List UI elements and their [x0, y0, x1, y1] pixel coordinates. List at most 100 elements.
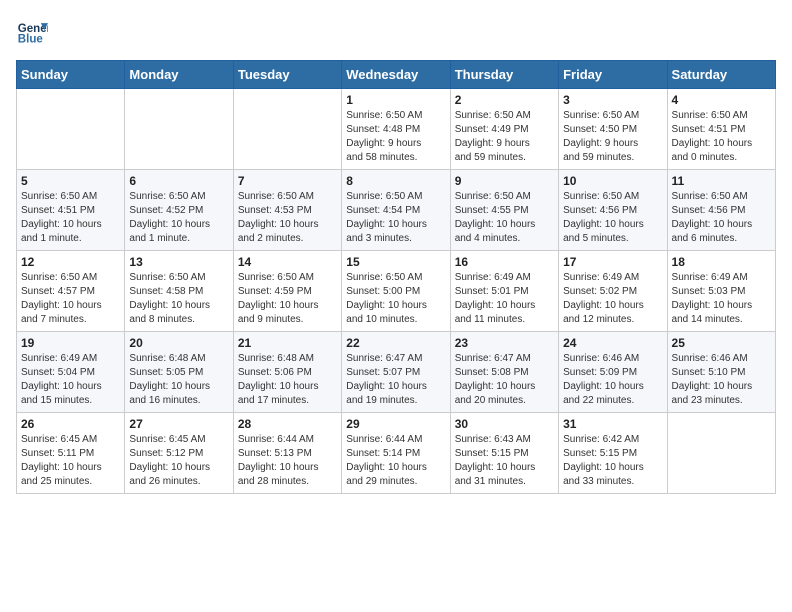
day-info: Sunrise: 6:49 AM Sunset: 5:03 PM Dayligh… — [672, 271, 771, 327]
day-info: Sunrise: 6:50 AM Sunset: 4:54 PM Dayligh… — [346, 190, 445, 246]
calendar-cell: 5Sunrise: 6:50 AM Sunset: 4:51 PM Daylig… — [17, 170, 125, 251]
calendar-cell — [667, 413, 775, 494]
day-info: Sunrise: 6:50 AM Sunset: 4:59 PM Dayligh… — [238, 271, 337, 327]
day-number: 13 — [129, 255, 228, 269]
day-of-week-header: Sunday — [17, 61, 125, 89]
day-info: Sunrise: 6:45 AM Sunset: 5:12 PM Dayligh… — [129, 433, 228, 489]
day-info: Sunrise: 6:44 AM Sunset: 5:13 PM Dayligh… — [238, 433, 337, 489]
calendar-week-row: 26 Sunrise: 6:45 AM Sunset: 5:11 PM Dayli… — [17, 413, 776, 494]
day-info: Sunrise: 6:50 AM Sunset: 4:51 PM Dayligh… — [21, 190, 120, 246]
day-number: 9 — [455, 174, 554, 188]
calendar-cell: 14 Sunrise: 6:50 AM Sunset: 4:59 PM Dayli… — [233, 251, 341, 332]
day-info: Sunrise: 6:47 AM Sunset: 5:08 PM Dayligh… — [455, 352, 554, 408]
calendar-week-row: 5Sunrise: 6:50 AM Sunset: 4:51 PM Daylig… — [17, 170, 776, 251]
calendar-cell: 19 Sunrise: 6:49 AM Sunset: 5:04 PM Dayli… — [17, 332, 125, 413]
day-number: 3 — [563, 93, 662, 107]
day-number: 20 — [129, 336, 228, 350]
day-info: Sunrise: 6:49 AM Sunset: 5:02 PM Dayligh… — [563, 271, 662, 327]
calendar-header: SundayMondayTuesdayWednesdayThursdayFrid… — [17, 61, 776, 89]
day-info: Sunrise: 6:49 AM Sunset: 5:01 PM Dayligh… — [455, 271, 554, 327]
day-number: 12 — [21, 255, 120, 269]
day-number: 23 — [455, 336, 554, 350]
calendar-cell: 30 Sunrise: 6:43 AM Sunset: 5:15 PM Dayli… — [450, 413, 558, 494]
calendar-cell: 17 Sunrise: 6:49 AM Sunset: 5:02 PM Dayli… — [559, 251, 667, 332]
logo: General Blue — [16, 16, 48, 48]
day-info: Sunrise: 6:50 AM Sunset: 4:49 PM Dayligh… — [455, 109, 554, 165]
day-info: Sunrise: 6:47 AM Sunset: 5:07 PM Dayligh… — [346, 352, 445, 408]
calendar-cell: 3 Sunrise: 6:50 AM Sunset: 4:50 PM Daylig… — [559, 89, 667, 170]
day-of-week-header: Wednesday — [342, 61, 450, 89]
calendar-cell: 23 Sunrise: 6:47 AM Sunset: 5:08 PM Dayli… — [450, 332, 558, 413]
day-of-week-header: Tuesday — [233, 61, 341, 89]
day-number: 10 — [563, 174, 662, 188]
day-number: 29 — [346, 417, 445, 431]
calendar-cell: 31Sunrise: 6:42 AM Sunset: 5:15 PM Dayli… — [559, 413, 667, 494]
calendar-week-row: 12 Sunrise: 6:50 AM Sunset: 4:57 PM Dayli… — [17, 251, 776, 332]
day-info: Sunrise: 6:43 AM Sunset: 5:15 PM Dayligh… — [455, 433, 554, 489]
day-info: Sunrise: 6:50 AM Sunset: 4:57 PM Dayligh… — [21, 271, 120, 327]
svg-text:Blue: Blue — [18, 34, 44, 46]
day-info: Sunrise: 6:50 AM Sunset: 4:48 PM Dayligh… — [346, 109, 445, 165]
calendar-cell: 1Sunrise: 6:50 AM Sunset: 4:48 PM Daylig… — [342, 89, 450, 170]
calendar-week-row: 1Sunrise: 6:50 AM Sunset: 4:48 PM Daylig… — [17, 89, 776, 170]
logo-icon: General Blue — [16, 16, 48, 48]
day-info: Sunrise: 6:48 AM Sunset: 5:05 PM Dayligh… — [129, 352, 228, 408]
calendar-cell: 16Sunrise: 6:49 AM Sunset: 5:01 PM Dayli… — [450, 251, 558, 332]
calendar-cell — [125, 89, 233, 170]
calendar-cell: 25Sunrise: 6:46 AM Sunset: 5:10 PM Dayli… — [667, 332, 775, 413]
calendar-cell: 10Sunrise: 6:50 AM Sunset: 4:56 PM Dayli… — [559, 170, 667, 251]
calendar-cell: 12 Sunrise: 6:50 AM Sunset: 4:57 PM Dayli… — [17, 251, 125, 332]
calendar-cell: 27 Sunrise: 6:45 AM Sunset: 5:12 PM Dayli… — [125, 413, 233, 494]
calendar-cell: 15 Sunrise: 6:50 AM Sunset: 5:00 PM Dayli… — [342, 251, 450, 332]
day-info: Sunrise: 6:50 AM Sunset: 4:53 PM Dayligh… — [238, 190, 337, 246]
calendar-cell: 20 Sunrise: 6:48 AM Sunset: 5:05 PM Dayli… — [125, 332, 233, 413]
day-info: Sunrise: 6:49 AM Sunset: 5:04 PM Dayligh… — [21, 352, 120, 408]
calendar-cell: 24 Sunrise: 6:46 AM Sunset: 5:09 PM Dayli… — [559, 332, 667, 413]
day-number: 11 — [672, 174, 771, 188]
calendar-cell: 8 Sunrise: 6:50 AM Sunset: 4:54 PM Daylig… — [342, 170, 450, 251]
calendar-cell: 22 Sunrise: 6:47 AM Sunset: 5:07 PM Dayli… — [342, 332, 450, 413]
calendar-cell — [17, 89, 125, 170]
page-header: General Blue — [16, 16, 776, 48]
calendar-cell: 11Sunrise: 6:50 AM Sunset: 4:56 PM Dayli… — [667, 170, 775, 251]
day-info: Sunrise: 6:44 AM Sunset: 5:14 PM Dayligh… — [346, 433, 445, 489]
day-info: Sunrise: 6:45 AM Sunset: 5:11 PM Dayligh… — [21, 433, 120, 489]
day-info: Sunrise: 6:48 AM Sunset: 5:06 PM Dayligh… — [238, 352, 337, 408]
day-number: 26 — [21, 417, 120, 431]
day-info: Sunrise: 6:46 AM Sunset: 5:09 PM Dayligh… — [563, 352, 662, 408]
day-number: 8 — [346, 174, 445, 188]
day-number: 30 — [455, 417, 554, 431]
calendar-cell: 21Sunrise: 6:48 AM Sunset: 5:06 PM Dayli… — [233, 332, 341, 413]
day-number: 7 — [238, 174, 337, 188]
calendar-body: 1Sunrise: 6:50 AM Sunset: 4:48 PM Daylig… — [17, 89, 776, 494]
day-number: 17 — [563, 255, 662, 269]
calendar-cell: 18Sunrise: 6:49 AM Sunset: 5:03 PM Dayli… — [667, 251, 775, 332]
day-number: 2 — [455, 93, 554, 107]
calendar-week-row: 19 Sunrise: 6:49 AM Sunset: 5:04 PM Dayli… — [17, 332, 776, 413]
day-number: 27 — [129, 417, 228, 431]
day-of-week-header: Friday — [559, 61, 667, 89]
day-of-week-header: Saturday — [667, 61, 775, 89]
calendar-cell: 9 Sunrise: 6:50 AM Sunset: 4:55 PM Daylig… — [450, 170, 558, 251]
calendar-cell: 2 Sunrise: 6:50 AM Sunset: 4:49 PM Daylig… — [450, 89, 558, 170]
day-of-week-header: Thursday — [450, 61, 558, 89]
day-info: Sunrise: 6:46 AM Sunset: 5:10 PM Dayligh… — [672, 352, 771, 408]
day-number: 22 — [346, 336, 445, 350]
calendar-cell: 6Sunrise: 6:50 AM Sunset: 4:52 PM Daylig… — [125, 170, 233, 251]
day-info: Sunrise: 6:50 AM Sunset: 4:50 PM Dayligh… — [563, 109, 662, 165]
day-of-week-header: Monday — [125, 61, 233, 89]
day-number: 15 — [346, 255, 445, 269]
day-number: 14 — [238, 255, 337, 269]
day-number: 19 — [21, 336, 120, 350]
calendar-cell — [233, 89, 341, 170]
day-number: 6 — [129, 174, 228, 188]
day-info: Sunrise: 6:50 AM Sunset: 5:00 PM Dayligh… — [346, 271, 445, 327]
header-row: SundayMondayTuesdayWednesdayThursdayFrid… — [17, 61, 776, 89]
calendar-cell: 7 Sunrise: 6:50 AM Sunset: 4:53 PM Daylig… — [233, 170, 341, 251]
day-info: Sunrise: 6:50 AM Sunset: 4:55 PM Dayligh… — [455, 190, 554, 246]
calendar-cell: 4Sunrise: 6:50 AM Sunset: 4:51 PM Daylig… — [667, 89, 775, 170]
day-number: 24 — [563, 336, 662, 350]
calendar-cell: 13Sunrise: 6:50 AM Sunset: 4:58 PM Dayli… — [125, 251, 233, 332]
calendar-cell: 26 Sunrise: 6:45 AM Sunset: 5:11 PM Dayli… — [17, 413, 125, 494]
calendar-cell: 29 Sunrise: 6:44 AM Sunset: 5:14 PM Dayli… — [342, 413, 450, 494]
